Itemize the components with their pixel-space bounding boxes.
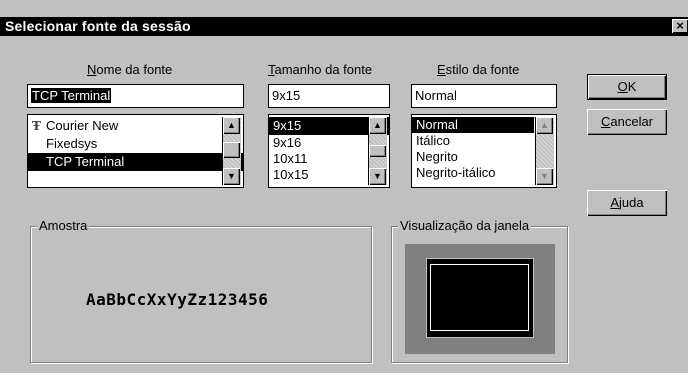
close-icon: × <box>676 18 684 33</box>
scroll-up-arrow-icon[interactable]: ▲ <box>369 117 386 134</box>
window-preview-title: Visualização da janela <box>398 218 532 233</box>
help-button[interactable]: Ajuda <box>587 190 667 216</box>
sample-group-title: Amostra <box>37 218 90 233</box>
sample-group: Amostra AaBbCcXxYyZz123456 <box>30 218 372 363</box>
close-button[interactable]: × <box>672 19 688 33</box>
title-bar[interactable]: Selecionar fonte da sessão × <box>0 17 688 36</box>
scroll-down-arrow-icon[interactable]: ▼ <box>369 168 386 185</box>
window-preview-area <box>405 244 555 354</box>
font-style-label: Estilo da fonte <box>437 62 520 77</box>
ok-button[interactable]: OK <box>587 74 667 100</box>
font-dialog: Selecionar fonte da sessão × Nome da fon… <box>0 0 688 373</box>
scroll-up-arrow-icon: ▲ <box>536 117 553 134</box>
font-size-scrollbar[interactable]: ▲ ▼ <box>368 117 387 185</box>
font-size-label: Tamanho da fonte <box>268 62 373 77</box>
font-style-list[interactable]: Normal Itálico Negrito Negrito-itálico ▲… <box>411 114 557 188</box>
font-size-input[interactable]: 9x15 <box>268 84 390 108</box>
scroll-up-arrow-icon[interactable]: ▲ <box>223 117 240 134</box>
window-preview-group: Visualização da janela <box>391 218 568 363</box>
font-name-input[interactable]: TCP Terminal <box>27 84 244 108</box>
truetype-icon: Ŧ <box>32 119 41 133</box>
list-item-selected[interactable]: Normal <box>412 117 534 133</box>
font-style-input[interactable]: Normal <box>411 84 557 108</box>
font-name-list[interactable]: Ŧ Courier New Fixedsys TCP Terminal ▲ ▼ <box>27 114 244 188</box>
scroll-down-arrow-icon: ▼ <box>536 168 553 185</box>
dialog-title: Selecionar fonte da sessão <box>5 18 191 34</box>
font-style-scrollbar[interactable]: ▲ ▼ <box>535 117 554 185</box>
list-item[interactable]: Ŧ Courier New <box>28 117 243 135</box>
cancel-button[interactable]: Cancelar <box>587 109 667 135</box>
scroll-thumb[interactable] <box>223 142 240 158</box>
font-size-list[interactable]: 9x15 9x16 10x11 10x15 ▲ ▼ <box>268 114 390 188</box>
font-name-scrollbar[interactable]: ▲ ▼ <box>222 117 241 185</box>
window-preview-frame <box>426 258 534 338</box>
scroll-down-arrow-icon[interactable]: ▼ <box>223 168 240 185</box>
list-item[interactable]: Fixedsys <box>28 135 243 153</box>
scroll-thumb[interactable] <box>369 145 386 157</box>
sample-text: AaBbCcXxYyZz123456 <box>86 290 269 309</box>
font-name-label: Nome da fonte <box>87 62 173 77</box>
list-item-selected[interactable]: TCP Terminal <box>28 153 243 171</box>
window-preview-screen <box>430 264 529 331</box>
